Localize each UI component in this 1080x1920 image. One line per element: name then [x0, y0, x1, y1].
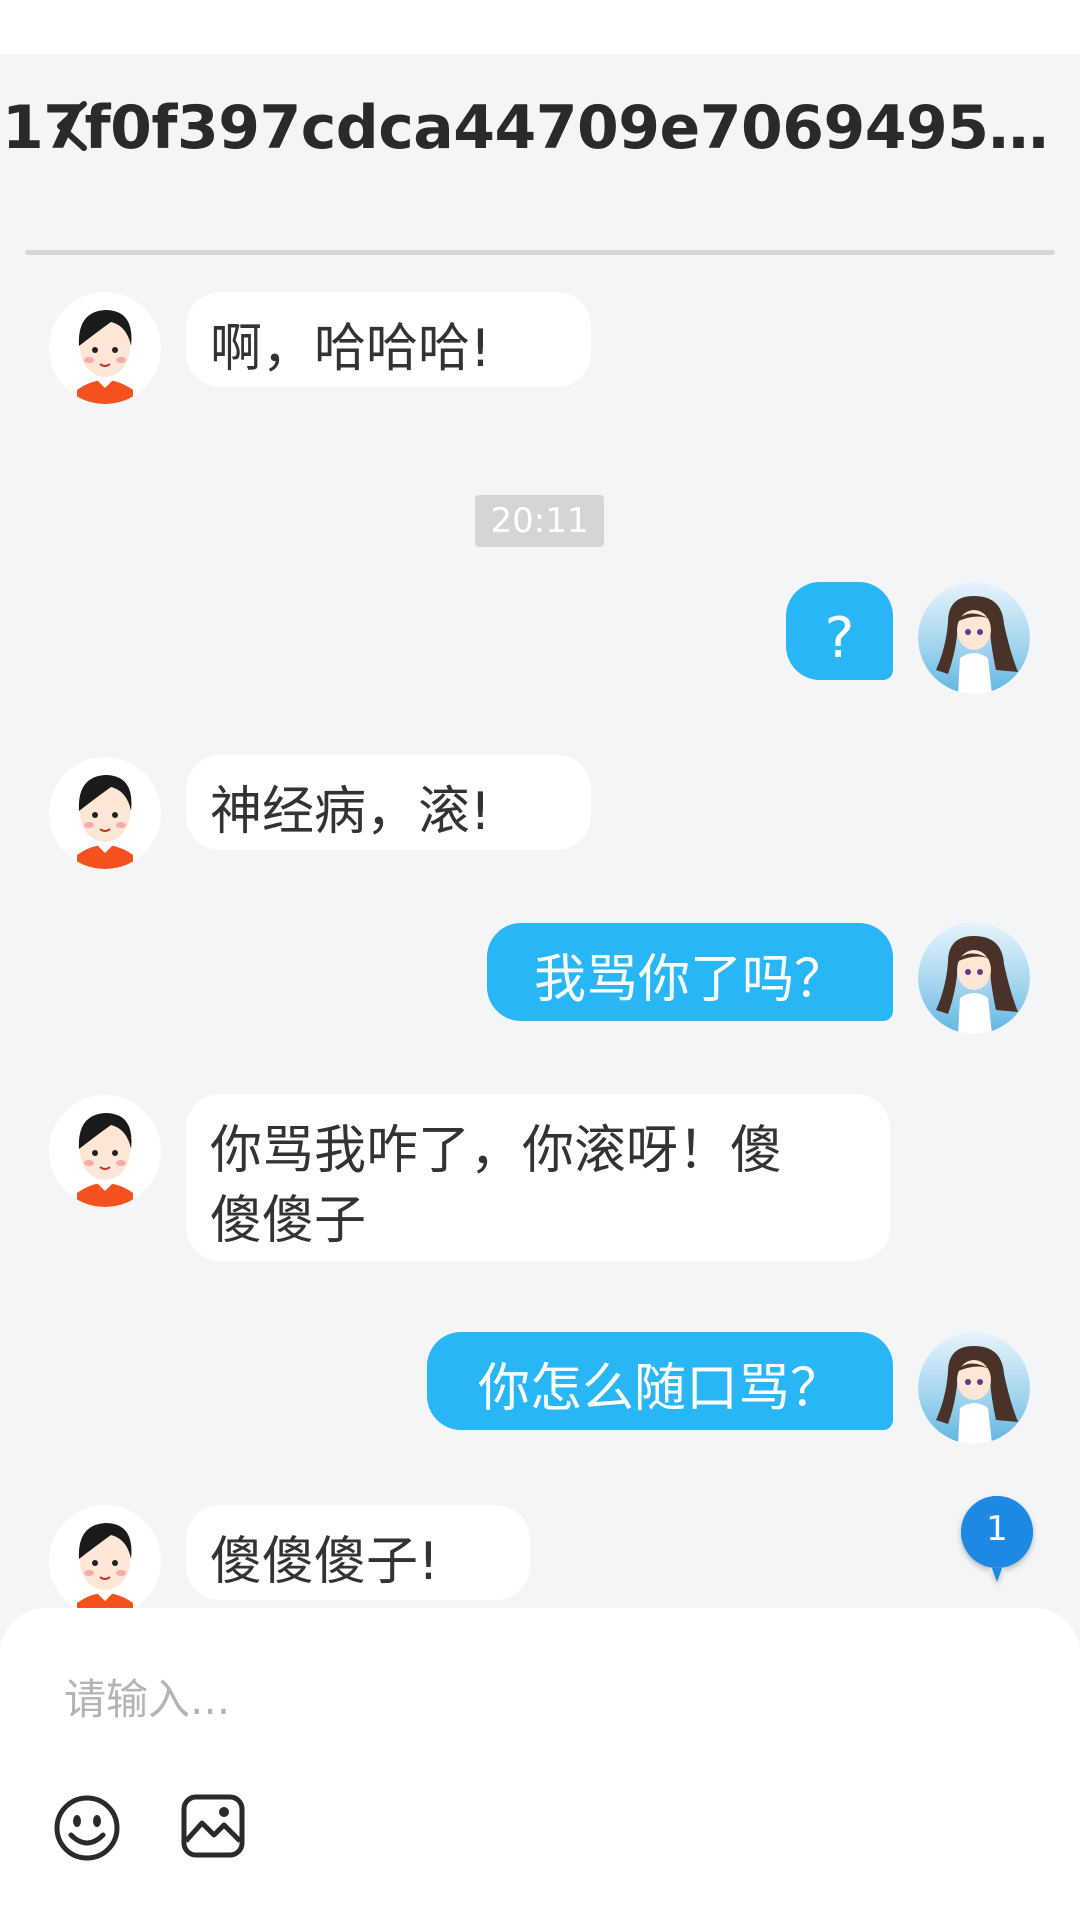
message-bubble-received[interactable]: 你骂我咋了，你滚呀！傻 傻傻子 [186, 1094, 890, 1261]
contact-avatar[interactable] [49, 1505, 161, 1610]
girl-avatar-icon [918, 1332, 1030, 1444]
image-icon[interactable] [180, 1793, 246, 1859]
message-bubble-sent[interactable]: ? [786, 582, 893, 680]
self-avatar[interactable] [918, 922, 1030, 1034]
message-input[interactable] [62, 1658, 1016, 1740]
back-arrow-icon[interactable] [52, 98, 92, 154]
message-composer [0, 1608, 1080, 1920]
message-bubble-received[interactable]: 傻傻傻子! [186, 1505, 530, 1600]
message-bubble-sent[interactable]: 我骂你了吗？ [487, 923, 893, 1021]
message-list[interactable]: 啊，哈哈哈! 20:11 ? 神经病，滚! 我骂你了吗？ 你骂我咋了，你滚呀！傻… [0, 255, 1080, 1610]
smiley-icon[interactable] [52, 1793, 122, 1863]
girl-avatar-icon [918, 582, 1030, 694]
message-bubble-received[interactable]: 神经病，滚! [186, 755, 591, 850]
boy-avatar-icon [49, 292, 161, 404]
boy-avatar-icon [49, 1095, 161, 1207]
message-bubble-sent[interactable]: 你怎么随口骂？ [427, 1332, 893, 1430]
timestamp-chip: 20:11 [475, 495, 604, 547]
self-avatar[interactable] [918, 582, 1030, 694]
unread-badge[interactable]: 1 [955, 1490, 1039, 1590]
status-bar [0, 0, 1080, 54]
contact-avatar[interactable] [49, 757, 161, 869]
boy-avatar-icon [49, 757, 161, 869]
contact-avatar[interactable] [49, 292, 161, 404]
message-bubble-received[interactable]: 啊，哈哈哈! [186, 292, 591, 387]
self-avatar[interactable] [918, 1332, 1030, 1444]
boy-avatar-icon [49, 1505, 161, 1610]
girl-avatar-icon [918, 922, 1030, 1034]
contact-avatar[interactable] [49, 1095, 161, 1207]
unread-count: 1 [986, 1509, 1008, 1549]
chat-title: 17f0f397cdca44709e7069495dcfc5... [2, 93, 1080, 163]
